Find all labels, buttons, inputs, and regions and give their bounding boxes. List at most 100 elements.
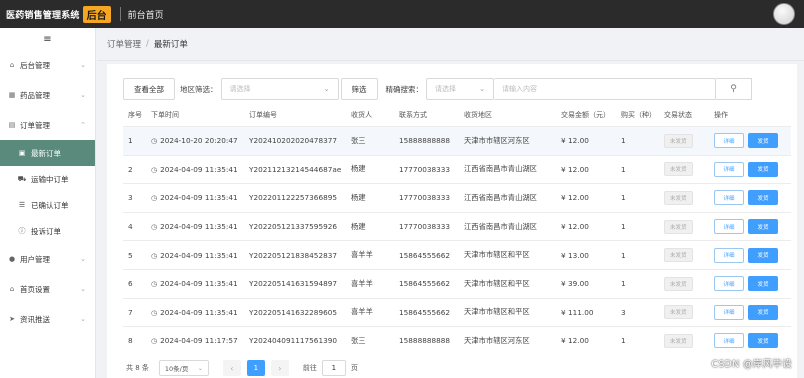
sidebar-group-homepage-settings[interactable]: ⌂ 首页设置 ⌄ xyxy=(0,274,95,304)
cell-time-text: 2024-04-09 11:35:41 xyxy=(160,164,238,174)
cell-status: 未发货 xyxy=(664,162,714,177)
sidebar-item-label: 运输中订单 xyxy=(31,174,69,184)
table-body: 1 ◷ 2024-10-20 20:20:47 Y202410202020478377… xyxy=(123,126,791,355)
cell-time-text: 2024-04-09 11:35:41 xyxy=(160,250,238,260)
page-number-current[interactable]: 1 xyxy=(246,360,265,376)
ship-button[interactable]: 发货 xyxy=(748,133,778,149)
detail-button[interactable]: 详细 xyxy=(714,276,744,292)
region-select[interactable]: 请选择 ⌄ xyxy=(220,78,339,100)
filter-bar: 查看全部 地区筛选： 请选择 ⌄ 筛选 精确搜索： 请选择 ⌄ ⚲ xyxy=(123,78,752,100)
region-select-placeholder: 请选择 xyxy=(229,85,251,93)
status-badge: 未发货 xyxy=(664,190,693,205)
table-row[interactable]: 1 ◷ 2024-10-20 20:20:47 Y202410202020478377… xyxy=(123,126,791,155)
sidebar-group-users[interactable]: ● 用户管理 ⌄ xyxy=(0,244,95,274)
cell-region: 天津市市辖区和平区 xyxy=(464,250,530,260)
goto-page-input[interactable] xyxy=(321,360,346,376)
ship-button[interactable]: 发货 xyxy=(748,333,778,349)
page-size-value: 10条/页 xyxy=(164,365,189,373)
cell-time-text: 2024-04-09 11:35:41 xyxy=(160,222,238,232)
cell-amount: ¥ 12.00 xyxy=(561,164,589,174)
filter-button[interactable]: 筛选 xyxy=(340,78,378,100)
nav-frontend-home[interactable]: 前台首页 xyxy=(128,8,164,21)
order-panel: 查看全部 地区筛选： 请选择 ⌄ 筛选 精确搜索： 请选择 ⌄ ⚲ 序号 下单时… xyxy=(107,64,797,378)
cell-phone: 15864555662 xyxy=(399,250,451,260)
cell-receiver: 喜羊羊 xyxy=(351,250,373,260)
table-row[interactable]: 6 ◷ 2024-04-09 11:35:41 Y202205141631594897… xyxy=(123,268,791,298)
status-badge: 未发货 xyxy=(664,305,693,320)
ship-button[interactable]: 发货 xyxy=(748,276,778,292)
search-icon: ⚲ xyxy=(730,84,737,94)
cell-actions: 详细 发货 xyxy=(714,133,791,149)
sidebar-item-shipping-orders[interactable]: ⛟ 运输中订单 xyxy=(0,166,95,192)
table-row[interactable]: 5 ◷ 2024-04-09 11:35:41 Y202205121838452837… xyxy=(123,240,791,269)
column-header: 交易状态 xyxy=(664,111,692,119)
cell-kinds: 1 xyxy=(621,250,626,260)
column-header: 操作 xyxy=(714,111,728,119)
avatar[interactable] xyxy=(773,3,795,25)
search-type-select[interactable]: 请选择 ⌄ xyxy=(426,78,494,100)
clock-icon: ◷ xyxy=(151,251,158,260)
sidebar-item-label: 已确认订单 xyxy=(31,200,69,210)
ship-button[interactable]: 发货 xyxy=(748,219,778,235)
cell-amount: ¥ 12.00 xyxy=(561,336,589,346)
info-icon: ⓘ xyxy=(18,227,26,235)
table-row[interactable]: 8 ◷ 2024-04-09 11:17:57 Y202404091117561390… xyxy=(123,326,791,355)
table-row[interactable]: 4 ◷ 2024-04-09 11:35:41 Y202205121337595926… xyxy=(123,211,791,241)
sidebar-item-confirmed-orders[interactable]: ☰ 已确认订单 xyxy=(0,192,95,218)
ship-button[interactable]: 发货 xyxy=(748,247,778,263)
cell-order-id: Y202410202020478377 xyxy=(249,136,338,146)
search-button[interactable]: ⚲ xyxy=(716,78,752,100)
cell-no: 8 xyxy=(128,336,133,346)
chevron-down-icon: ⌄ xyxy=(323,85,330,93)
column-header: 序号 xyxy=(128,111,142,119)
detail-button[interactable]: 详细 xyxy=(714,161,744,177)
clock-icon: ◷ xyxy=(151,137,158,146)
next-page-button[interactable]: › xyxy=(270,360,289,376)
table-row[interactable]: 2 ◷ 2024-04-09 11:35:41 Y20211213214544687a… xyxy=(123,154,791,184)
prev-page-button[interactable]: ‹ xyxy=(222,360,241,376)
cell-order-id: Y202201122257366895 xyxy=(249,193,338,203)
cell-kinds: 1 xyxy=(621,222,626,232)
cell-status: 未发货 xyxy=(664,190,714,205)
cell-receiver: 杨建 xyxy=(351,164,366,174)
menu-toggle-icon[interactable]: ≡ xyxy=(0,28,95,50)
brand[interactable]: 医药销售管理系统 后台 xyxy=(0,5,111,23)
cell-receiver: 喜羊羊 xyxy=(351,307,373,317)
sidebar-group-backend[interactable]: ⌂ 后台管理 ⌄ xyxy=(0,50,95,80)
cell-time-text: 2024-04-09 11:35:41 xyxy=(160,307,238,317)
status-badge: 未发货 xyxy=(664,248,693,263)
search-input[interactable] xyxy=(494,78,716,100)
page-size-select[interactable]: 10条/页 ⌄ xyxy=(158,360,209,376)
sidebar-group-drugs[interactable]: ▦ 药品管理 ⌄ xyxy=(0,80,95,110)
detail-button[interactable]: 详细 xyxy=(714,133,744,149)
sidebar-group-label: 资讯推送 xyxy=(20,314,50,324)
cell-time: ◷ 2024-04-09 11:35:41 xyxy=(151,308,249,317)
view-all-button[interactable]: 查看全部 xyxy=(123,78,175,100)
breadcrumb-parent[interactable]: 订单管理 xyxy=(107,38,141,50)
clock-icon: ◷ xyxy=(151,165,158,174)
sidebar-group-news-push[interactable]: ➤ 资讯推送 ⌄ xyxy=(0,304,95,334)
cell-kinds: 1 xyxy=(621,279,626,289)
sidebar-group-label: 药品管理 xyxy=(20,90,50,100)
document-icon: ▣ xyxy=(18,149,26,157)
goto-suffix: 页 xyxy=(350,364,358,372)
sidebar-group-label: 订单管理 xyxy=(20,120,50,130)
sidebar-group-orders[interactable]: ▤ 订单管理 ⌃ xyxy=(0,110,95,140)
detail-button[interactable]: 详细 xyxy=(714,247,744,263)
cell-order-id: Y20211213214544687ae xyxy=(249,164,342,174)
detail-button[interactable]: 详细 xyxy=(714,304,744,320)
sidebar-item-complaint-orders[interactable]: ⓘ 投诉订单 xyxy=(0,218,95,244)
ship-button[interactable]: 发货 xyxy=(748,304,778,320)
cell-time: ◷ 2024-04-09 11:35:41 xyxy=(151,193,249,202)
detail-button[interactable]: 详细 xyxy=(714,333,744,349)
sidebar-group-label: 后台管理 xyxy=(20,60,50,70)
chevron-up-icon: ⌃ xyxy=(80,121,86,129)
detail-button[interactable]: 详细 xyxy=(714,190,744,206)
table-row[interactable]: 3 ◷ 2024-04-09 11:35:41 Y202201122257366895… xyxy=(123,183,791,212)
chevron-down-icon: ⌄ xyxy=(80,255,86,263)
ship-button[interactable]: 发货 xyxy=(748,190,778,206)
ship-button[interactable]: 发货 xyxy=(748,161,778,177)
table-row[interactable]: 7 ◷ 2024-04-09 11:35:41 Y202205141632289605… xyxy=(123,297,791,327)
sidebar-item-latest-orders[interactable]: ▣ 最新订单 xyxy=(0,140,95,166)
detail-button[interactable]: 详细 xyxy=(714,219,744,235)
